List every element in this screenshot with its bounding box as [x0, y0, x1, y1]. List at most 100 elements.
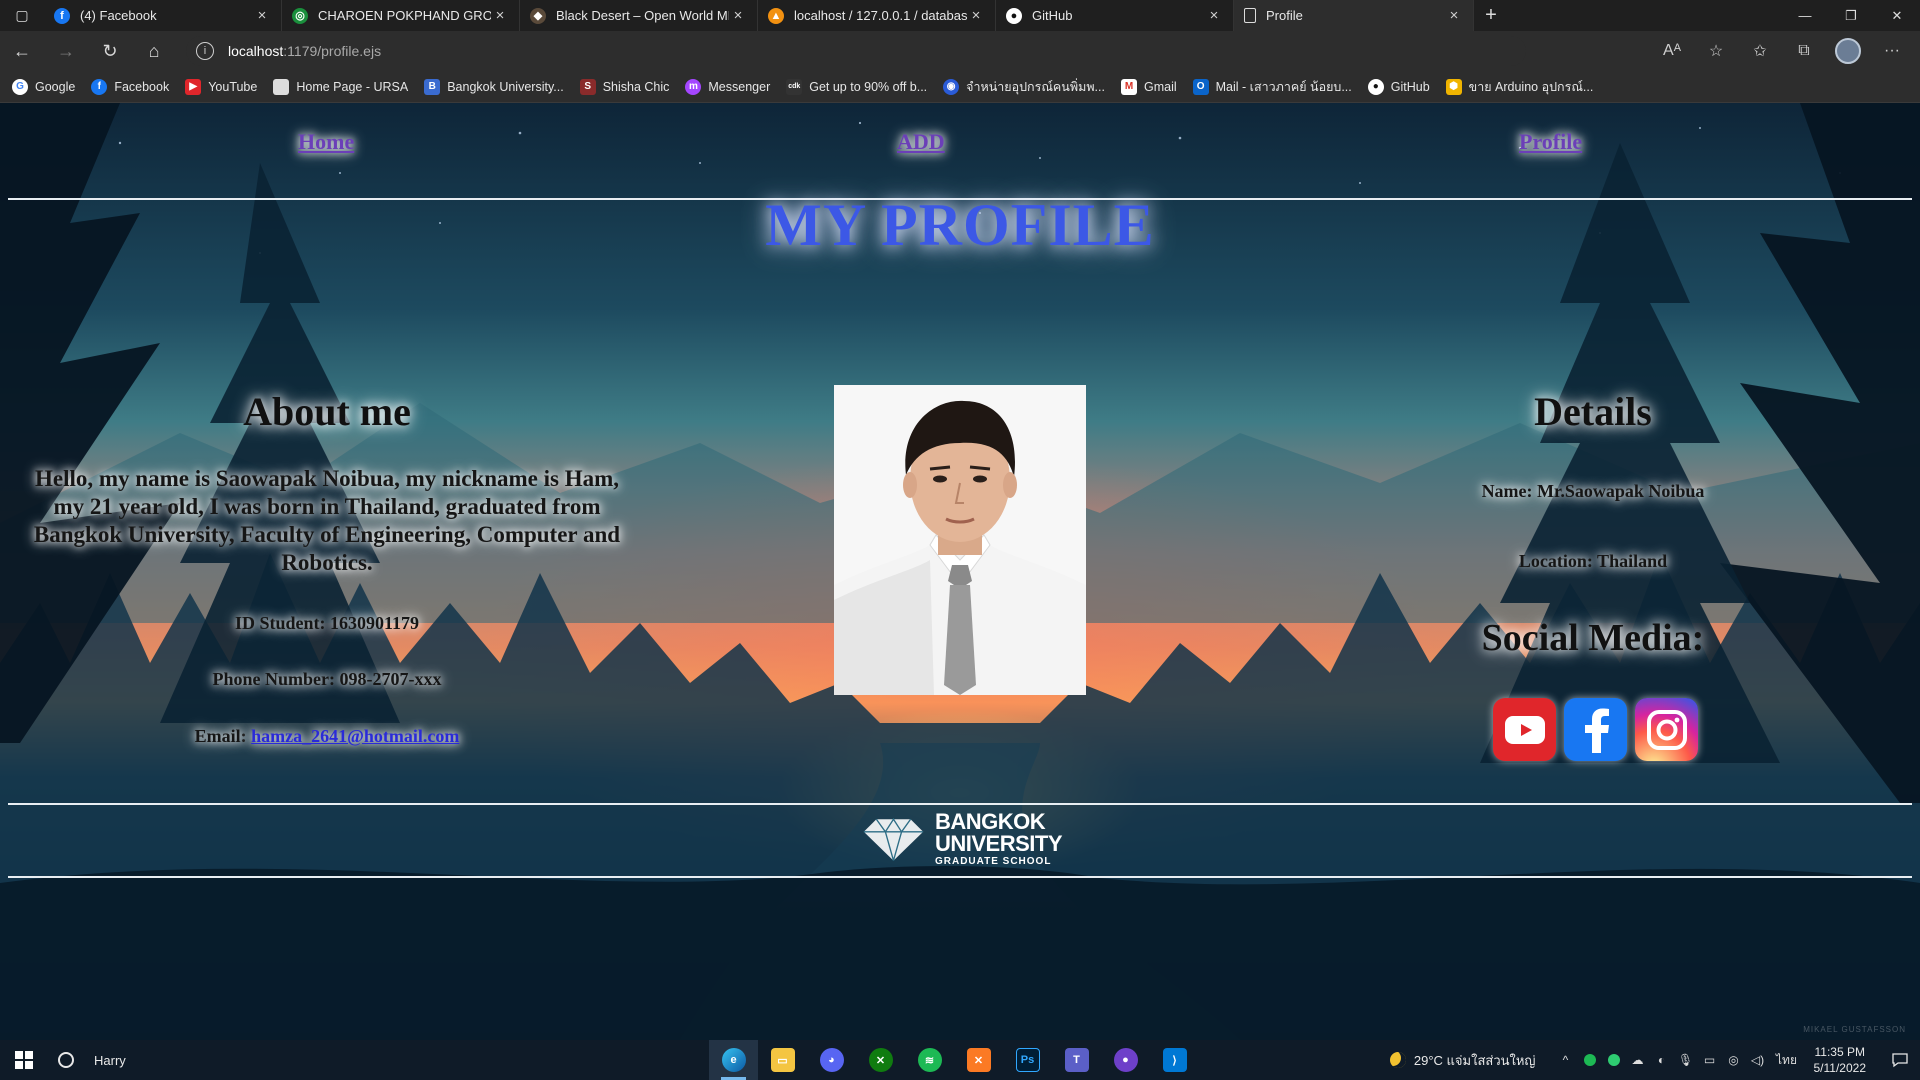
close-icon[interactable]: × [1205, 7, 1223, 24]
notification-icon[interactable] [1880, 1040, 1920, 1080]
bookmark-cdk[interactable]: cdk Get up to 90% off b... [786, 78, 927, 95]
refresh-button[interactable]: ↻ [88, 31, 132, 71]
home-button[interactable]: ⌂ [132, 31, 176, 71]
taskbar-teams[interactable]: T [1052, 1040, 1101, 1080]
tab-facebook[interactable]: f (4) Facebook × [44, 0, 282, 31]
clock[interactable]: 11:35 PM 5/11/2022 [1814, 1044, 1867, 1076]
arduino-icon: ⬢ [1445, 78, 1462, 95]
bookmark-label: YouTube [208, 79, 258, 94]
restore-icon[interactable]: ❐ [1828, 0, 1874, 31]
microphone-icon[interactable]: 🎙 [1674, 1040, 1698, 1080]
close-icon[interactable]: × [253, 7, 271, 24]
favorites-icon[interactable]: ✩ [1738, 31, 1782, 71]
taskbar-photoshop[interactable]: Ps [1003, 1040, 1052, 1080]
bookmark-facebook[interactable]: f Facebook [91, 78, 169, 95]
webcam-icon[interactable]: ◎ [1722, 1040, 1746, 1080]
close-window-icon[interactable]: ✕ [1874, 0, 1920, 31]
tab-phpmyadmin[interactable]: ▲ localhost / 127.0.0.1 / database / × [758, 0, 996, 31]
add-favorite-icon[interactable]: ☆ [1694, 31, 1738, 71]
tab-title: (4) Facebook [80, 8, 157, 23]
close-icon[interactable]: × [1445, 7, 1463, 24]
read-aloud-icon[interactable]: Aᴬ [1650, 31, 1694, 71]
close-icon[interactable]: × [729, 7, 747, 24]
details-name: Name: Mr.Saowapak Noibua [1481, 481, 1705, 501]
tab-cp-group[interactable]: ◎ CHAROEN POKPHAND GROUP × [282, 0, 520, 31]
nav-profile-link[interactable]: Profile [1519, 129, 1582, 155]
new-tab-button[interactable]: + [1474, 0, 1508, 31]
taskbar-vscode[interactable]: ⟩ [1150, 1040, 1199, 1080]
taskbar-xampp[interactable]: ✕ [954, 1040, 1003, 1080]
taskbar-github-desktop[interactable]: ● [1101, 1040, 1150, 1080]
nav-add-link[interactable]: ADD [897, 129, 945, 155]
youtube-icon[interactable] [1493, 698, 1556, 761]
shisha-icon: S [579, 78, 596, 95]
tab-actions-icon[interactable]: ▢ [0, 0, 44, 31]
tab-title: Black Desert – Open World MMO [556, 8, 729, 23]
edge-icon: e [721, 1048, 746, 1072]
chevron-up-icon[interactable]: ^ [1554, 1040, 1578, 1080]
minimize-icon[interactable]: — [1782, 0, 1828, 31]
bookmark-ursa[interactable]: Home Page - URSA [273, 78, 408, 95]
artist-watermark: MIKAEL GUSTAFSSON [1803, 1025, 1906, 1034]
email-link[interactable]: hamza_2641@hotmail.com [251, 726, 459, 746]
outlook-icon: O [1192, 78, 1209, 95]
moon-icon [1389, 1052, 1406, 1068]
bookmark-mail[interactable]: O Mail - เสาวภาคย์ น้อยบ... [1192, 77, 1352, 97]
profile-photo [834, 385, 1086, 695]
nav-home-link[interactable]: Home [298, 129, 354, 155]
more-menu-icon[interactable]: ··· [1870, 31, 1914, 71]
bookmark-messenger[interactable]: m Messenger [685, 78, 770, 95]
bookmark-gmail[interactable]: M Gmail [1120, 78, 1177, 95]
language-indicator[interactable]: ไทย [1770, 1040, 1804, 1080]
taskbar-spotify[interactable]: ≋ [905, 1040, 954, 1080]
weather-widget[interactable]: 29°C แจ่มใสส่วนใหญ่ [1389, 1050, 1536, 1071]
forward-button[interactable]: → [44, 31, 88, 71]
bookmark-label: Bangkok University... [447, 79, 564, 94]
about-paragraph: Hello, my name is Saowapak Noibua, my ni… [33, 466, 621, 575]
close-icon[interactable]: × [491, 7, 509, 24]
system-tray: 29°C แจ่มใสส่วนใหญ่ ^ ☁ ◐ 🎙 ▭ ◎ ◁) ไทย 1… [1389, 1040, 1920, 1080]
instagram-icon[interactable] [1635, 698, 1698, 761]
bookmark-shisha[interactable]: S Shisha Chic [579, 78, 670, 95]
facebook-icon[interactable] [1564, 698, 1627, 761]
page-icon [273, 78, 290, 95]
spotify-tray-icon[interactable] [1578, 1040, 1602, 1080]
bu-icon: B [424, 78, 441, 95]
network-icon[interactable]: ▭ [1698, 1040, 1722, 1080]
logo-line-2: UNIVERSITY [934, 831, 1063, 856]
photoshop-icon: Ps [1015, 1048, 1040, 1072]
taskbar-discord[interactable]: ◕ [807, 1040, 856, 1080]
tab-profile[interactable]: Profile × [1234, 0, 1474, 31]
bookmark-google[interactable]: G Google [12, 78, 75, 95]
volume-icon[interactable]: ◁) [1746, 1040, 1770, 1080]
tab-black-desert[interactable]: ◆ Black Desert – Open World MMO × [520, 0, 758, 31]
bookmark-thai-shop[interactable]: ◉ จำหน่ายอุปกรณ์คนพิ่มพ... [943, 77, 1105, 97]
bookmark-label: Shisha Chic [602, 79, 670, 94]
cloud-icon[interactable]: ☁ [1626, 1040, 1650, 1080]
steam-icon[interactable]: ◐ [1650, 1040, 1674, 1080]
back-button[interactable]: ← [0, 31, 44, 71]
taskbar-search[interactable]: Harry [48, 1040, 268, 1080]
windows-icon [15, 1051, 33, 1069]
bookmark-bu[interactable]: B Bangkok University... [424, 78, 564, 95]
taskbar-file-explorer[interactable]: ▭ [758, 1040, 807, 1080]
start-button[interactable] [0, 1040, 48, 1080]
about-heading: About me [243, 389, 411, 434]
profile-avatar[interactable] [1826, 31, 1870, 71]
close-icon[interactable]: × [967, 7, 985, 24]
collections-icon[interactable]: ⧉ [1782, 31, 1826, 71]
tab-github[interactable]: ● GitHub × [996, 0, 1234, 31]
bangkok-university-logo: BANGKOK UNIVERSITY GRADUATE SCHOOL [862, 811, 1063, 867]
page-viewport: Home ADD Profile MY PROFILE About me Hel… [0, 103, 1920, 1040]
bookmark-arduino[interactable]: ⬢ ขาย Arduino อุปกรณ์... [1445, 77, 1593, 97]
bookmark-github[interactable]: ● GitHub [1367, 78, 1430, 95]
bookmark-youtube[interactable]: ▶ YouTube [185, 78, 258, 95]
url-path: :1179/profile.ejs [283, 43, 382, 59]
site-info-icon[interactable]: i [196, 42, 214, 60]
gmail-icon: M [1120, 78, 1137, 95]
toolbar-actions: Aᴬ ☆ ✩ ⧉ ··· [1650, 31, 1914, 71]
address-bar[interactable]: i localhost:1179/profile.ejs [186, 36, 1526, 66]
green-tray-icon[interactable] [1602, 1040, 1626, 1080]
taskbar-xbox[interactable]: ✕ [856, 1040, 905, 1080]
taskbar-edge[interactable]: e [709, 1040, 758, 1080]
